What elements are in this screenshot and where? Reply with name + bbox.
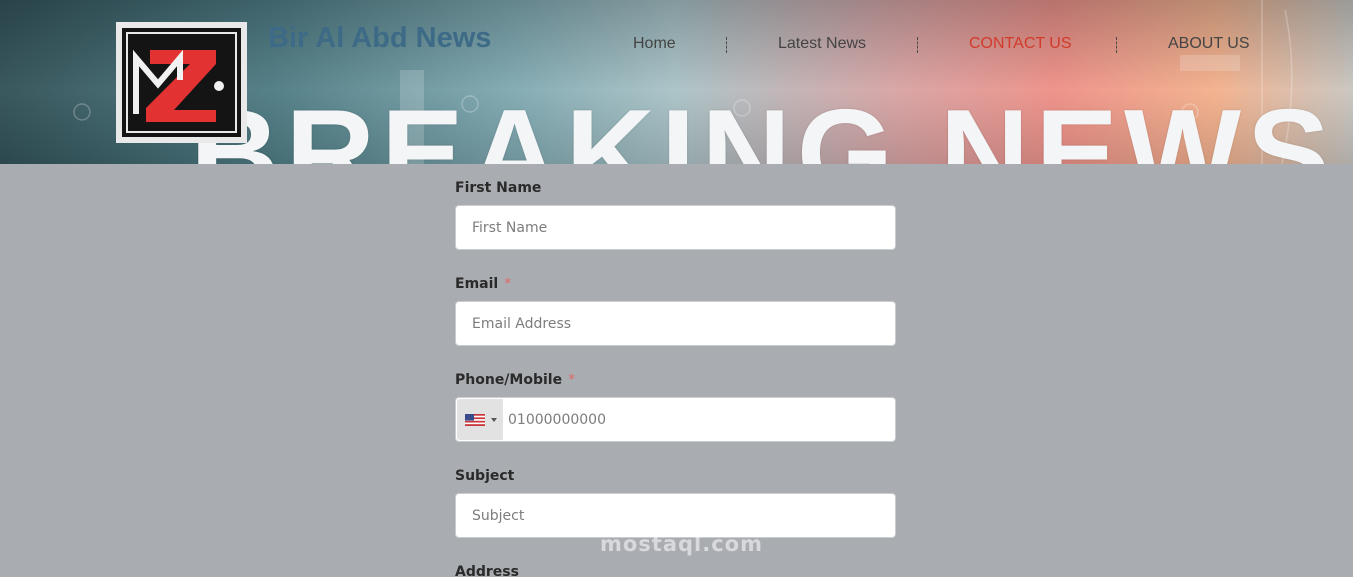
required-mark: * <box>568 372 576 388</box>
address-field: Address <box>455 562 896 577</box>
first-name-input-wrap <box>455 205 896 250</box>
nav-separator <box>917 37 918 53</box>
main-nav: Home Latest News CONTACT US ABOUT US <box>0 34 1353 56</box>
phone-field: Phone/Mobile * <box>455 370 896 442</box>
email-field: Email * <box>455 274 896 346</box>
hero-banner: BREAKING NEWS Bir Al Abd News Home Lates… <box>0 0 1353 164</box>
first-name-label: First Name <box>455 180 542 196</box>
nav-separator <box>1116 37 1117 53</box>
nav-contact-us[interactable]: CONTACT US <box>969 34 1072 54</box>
phone-label-text: Phone/Mobile <box>455 372 563 388</box>
nav-about-us[interactable]: ABOUT US <box>1168 34 1250 54</box>
subject-input[interactable] <box>456 494 895 537</box>
email-label: Email * <box>455 274 896 294</box>
phone-label: Phone/Mobile * <box>455 370 896 390</box>
nav-separator <box>726 37 727 53</box>
nav-latest-news[interactable]: Latest News <box>778 34 866 54</box>
first-name-input[interactable] <box>456 206 895 249</box>
subject-input-wrap <box>455 493 896 538</box>
first-name-field: First Name <box>455 178 896 250</box>
subject-label: Subject <box>455 468 515 484</box>
email-label-text: Email <box>455 276 499 292</box>
address-label: Address <box>455 564 519 577</box>
email-input[interactable] <box>456 302 895 345</box>
phone-input-wrap <box>455 397 896 442</box>
hero-title: BREAKING NEWS <box>190 85 1336 164</box>
subject-field: Subject <box>455 466 896 538</box>
nav-home[interactable]: Home <box>633 34 676 54</box>
required-mark: * <box>504 276 512 292</box>
phone-input[interactable] <box>456 398 895 441</box>
email-input-wrap <box>455 301 896 346</box>
